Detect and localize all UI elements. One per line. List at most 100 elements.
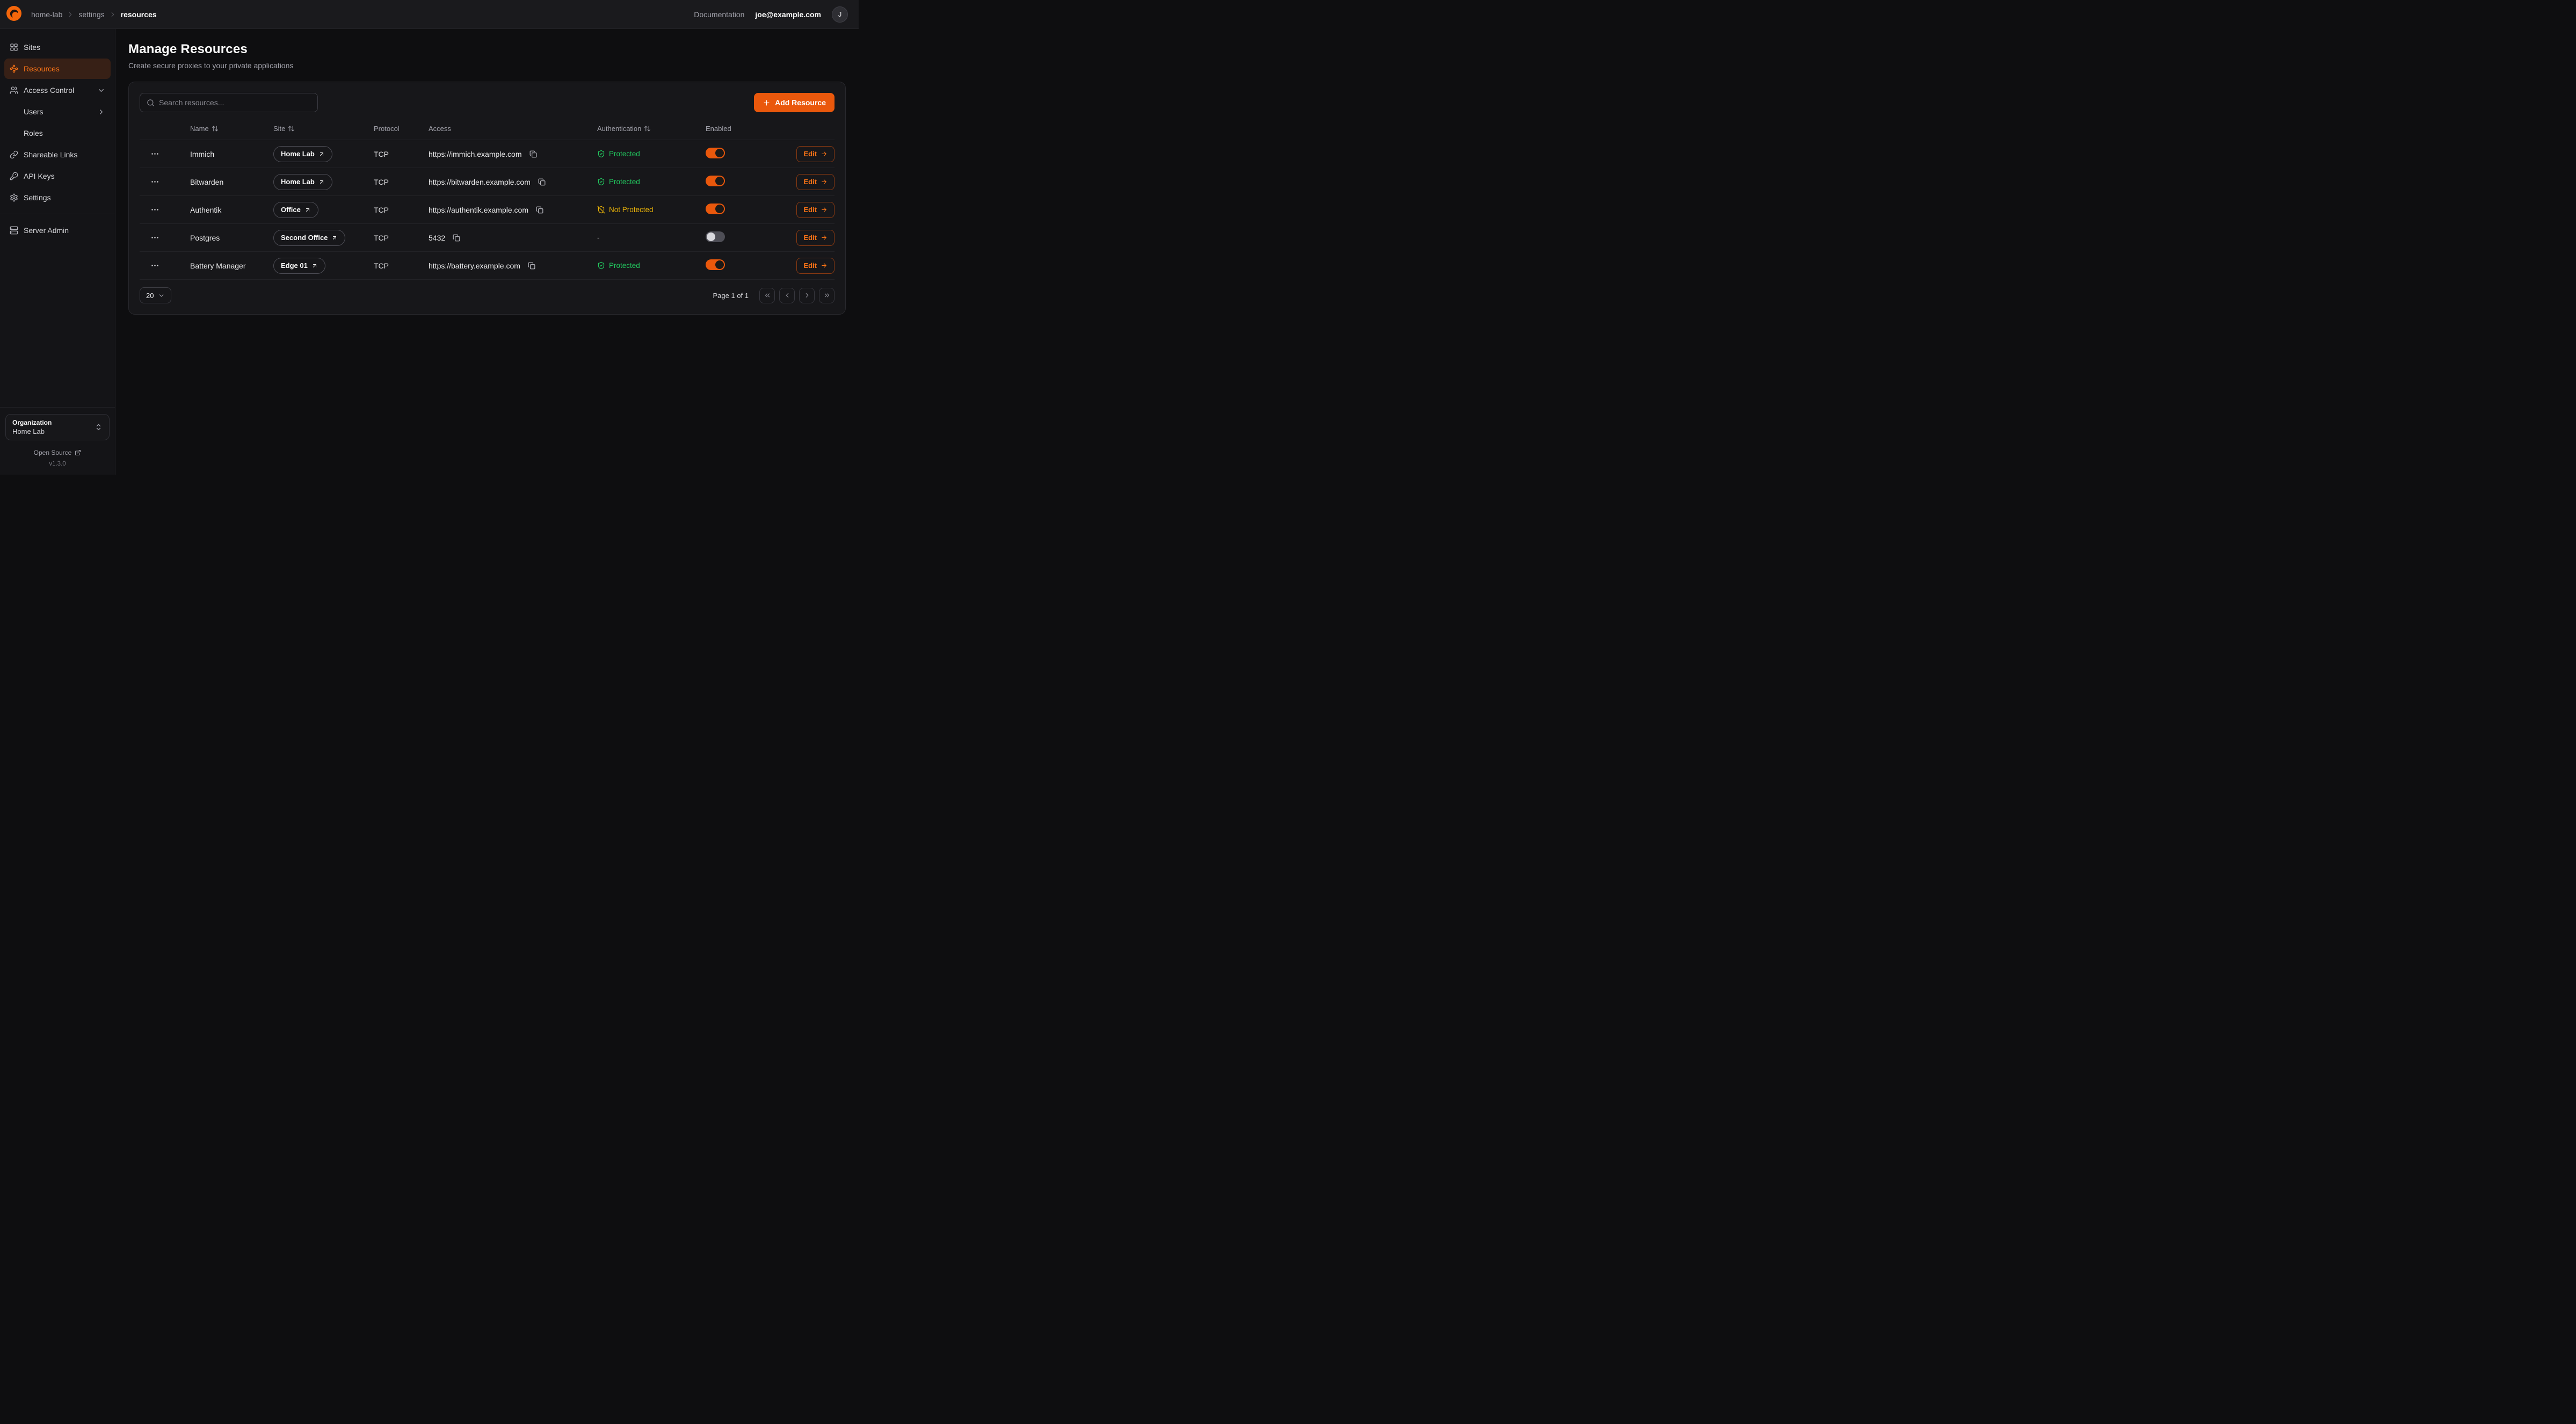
copy-icon[interactable] [535,176,548,188]
resource-access-url: https://authentik.example.com [429,206,528,214]
previous-page-button[interactable] [779,288,795,303]
app-logo[interactable] [6,6,21,23]
sidebar-item-label: Access Control [24,86,74,95]
row-actions-button[interactable] [147,175,162,190]
site-link[interactable]: Home Lab [273,146,332,162]
site-link[interactable]: Second Office [273,230,345,246]
page-size-select[interactable]: 20 [140,287,171,303]
site-link[interactable]: Office [273,202,318,218]
sort-icon [644,125,651,132]
key-icon [10,172,18,180]
edit-button[interactable]: Edit [796,230,835,246]
edit-button[interactable]: Edit [796,258,835,274]
site-link[interactable]: Home Lab [273,174,332,190]
documentation-link[interactable]: Documentation [694,10,744,19]
add-resource-button[interactable]: Add Resource [754,93,835,112]
resource-name: Immich [190,150,273,158]
header-access: Access [429,125,597,133]
copy-icon[interactable] [527,148,540,161]
sidebar-item-settings[interactable]: Settings [4,187,111,208]
open-source-link[interactable]: Open Source [5,449,110,456]
page-title: Manage Resources [128,42,846,57]
avatar[interactable]: J [832,6,848,23]
breadcrumb-home-lab[interactable]: home-lab [31,10,62,19]
edit-button[interactable]: Edit [796,174,835,190]
row-actions-button[interactable] [147,147,162,162]
last-page-button[interactable] [819,288,835,303]
auth-status-label: Protected [609,178,640,186]
search-input[interactable] [159,98,311,107]
resource-name: Bitwarden [190,178,273,186]
shield-off-icon [597,206,605,214]
auth-status-badge: - [597,234,706,242]
header-site[interactable]: Site [273,125,374,133]
row-actions-button[interactable] [147,258,162,273]
enabled-toggle[interactable] [706,176,725,186]
page-size-value: 20 [146,292,154,300]
sidebar-item-roles[interactable]: Roles [4,123,111,143]
resource-access-port: 5432 [429,234,445,242]
table-row: Postgres Second Office TCP 5432 - Edit [140,224,835,252]
enabled-toggle[interactable] [706,148,725,158]
copy-icon[interactable] [533,204,546,216]
arrow-up-right-icon [318,151,325,157]
edit-button[interactable]: Edit [796,202,835,218]
arrow-right-icon [821,150,828,157]
copy-icon[interactable] [525,259,538,272]
main-content: Manage Resources Create secure proxies t… [115,29,859,475]
site-link[interactable]: Edge 01 [273,258,325,274]
arrow-right-icon [821,234,828,241]
sidebar-item-resources[interactable]: Resources [4,59,111,79]
auth-status-badge: Protected [597,150,706,158]
row-actions-button[interactable] [147,230,162,245]
table-row: Authentik Office TCP https://authentik.e… [140,196,835,224]
sidebar-item-access-control[interactable]: Access Control [4,80,111,100]
table-row: Battery Manager Edge 01 TCP https://batt… [140,252,835,280]
table-header: Name Site Protocol Access Authentication… [140,118,835,140]
arrow-up-right-icon [304,207,311,213]
sidebar-item-label: API Keys [24,172,55,180]
page-info: Page 1 of 1 [713,292,749,300]
chevron-right-icon [109,11,117,18]
sidebar-item-label: Sites [24,43,40,52]
edit-button[interactable]: Edit [796,146,835,162]
first-page-button[interactable] [759,288,775,303]
sidebar-item-sites[interactable]: Sites [4,37,111,57]
enabled-toggle[interactable] [706,259,725,270]
enabled-toggle[interactable] [706,204,725,214]
arrow-up-right-icon [331,235,338,241]
resource-protocol: TCP [374,206,429,214]
breadcrumb: home-lab settings resources [31,10,157,19]
breadcrumb-settings[interactable]: settings [78,10,104,19]
chevron-down-icon [97,86,105,95]
organization-picker[interactable]: Organization Home Lab [5,414,110,440]
app-version: v1.3.0 [5,461,110,467]
enabled-toggle[interactable] [706,231,725,242]
header-authentication[interactable]: Authentication [597,125,706,133]
waypoints-icon [10,64,18,73]
chevron-right-icon [67,11,74,18]
gear-icon [10,193,18,202]
auth-status-badge: Protected [597,261,706,270]
sidebar-item-api-keys[interactable]: API Keys [4,166,111,186]
sidebar-item-label: Users [24,107,43,116]
sidebar-item-label: Shareable Links [24,150,77,159]
chevron-down-icon [158,292,165,299]
table-row: Immich Home Lab TCP https://immich.examp… [140,140,835,168]
arrow-up-right-icon [311,263,318,269]
sidebar-item-users[interactable]: Users [4,101,111,122]
chevron-right-icon [97,108,105,116]
sidebar-item-label: Settings [24,193,51,202]
copy-icon[interactable] [450,231,463,244]
header-protocol: Protocol [374,125,429,133]
next-page-button[interactable] [799,288,815,303]
header-name[interactable]: Name [190,125,273,133]
sidebar-item-server-admin[interactable]: Server Admin [4,220,111,241]
breadcrumb-resources[interactable]: resources [121,10,157,19]
resource-name: Postgres [190,234,273,242]
user-email[interactable]: joe@example.com [755,10,821,19]
auth-status-label: Protected [609,150,640,158]
row-actions-button[interactable] [147,202,162,217]
add-resource-label: Add Resource [775,98,826,107]
sidebar-item-shareable-links[interactable]: Shareable Links [4,144,111,165]
